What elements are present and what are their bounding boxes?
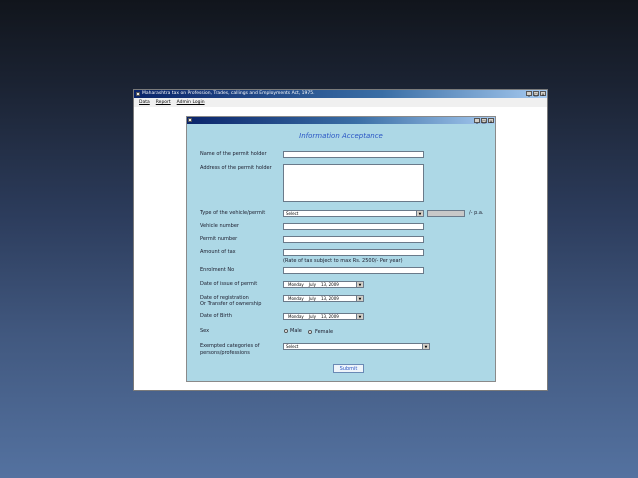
minimize-button[interactable]: _ [526,91,532,97]
information-form-window: _ □ × Information Acceptance Name of the… [186,116,496,382]
window-controls: _ □ × [526,91,546,97]
vehicle-number-input[interactable] [283,223,424,230]
date-value: 13, 2009 [321,314,339,319]
label-sex: Sex [200,328,210,334]
date-value: 13, 2009 [321,296,339,301]
menu-bar: Data Report Admin Login [134,98,547,107]
label-transfer-of-ownership: Or Transfer of ownership [200,301,262,307]
label-date-of-issue: Date of issue of permit [200,281,258,287]
label-vehicle-type: Type of the vehicle/permit [200,210,266,216]
exempted-value: Select [286,344,299,349]
tax-note: (Rate of tax subject to max Rs. 2500/- P… [283,258,403,264]
label-vehicle-number: Vehicle number [200,223,239,229]
date-day: Monday [288,282,304,287]
date-month: July [308,314,316,319]
main-application-window: Maharashtra tax on Profession, Trades, c… [133,89,548,391]
chevron-down-icon[interactable]: ▼ [356,314,363,319]
label-persons-professions: persons/professions [200,350,250,356]
vehicle-type-value: Select [286,211,299,216]
chevron-down-icon[interactable]: ▼ [416,211,423,216]
menu-admin-login[interactable]: Admin Login [177,98,205,107]
enrolment-no-input[interactable] [283,267,424,274]
date-of-issue-picker[interactable]: Monday July 13, 2009 ▼ [283,281,364,288]
form-minimize-button[interactable]: _ [474,118,480,124]
date-of-birth-picker[interactable]: Monday July 13, 2009 ▼ [283,313,364,320]
date-value: 13, 2009 [321,282,339,287]
maximize-button[interactable]: □ [533,91,539,97]
label-permit-number: Permit number [200,236,238,242]
per-annum-label: /- p.a. [469,210,484,216]
chevron-down-icon[interactable]: ▼ [356,282,363,287]
form-maximize-button[interactable]: □ [481,118,487,124]
date-day: Monday [288,296,304,301]
form-heading: Information Acceptance [299,132,383,140]
label-name: Name of the permit holder [200,151,267,157]
vehicle-type-select[interactable]: Select ▼ [283,210,424,217]
form-close-button[interactable]: × [488,118,494,124]
form-window-controls: _ □ × [474,118,494,124]
sex-female-radio[interactable] [308,330,312,334]
menu-report[interactable]: Report [156,98,171,107]
date-month: July [308,296,316,301]
form-icon [188,118,192,122]
form-title-bar: _ □ × [187,117,495,124]
chevron-down-icon[interactable]: ▼ [422,344,429,349]
tax-rate-field [427,210,465,217]
label-enrolment-no: Enrolment No [200,267,235,273]
sex-male-label[interactable]: Male [290,328,302,334]
window-title: Maharashtra tax on Profession, Trades, c… [142,91,315,96]
name-input[interactable] [283,151,424,158]
chevron-down-icon[interactable]: ▼ [356,296,363,301]
sex-female-label[interactable]: Female [315,329,333,335]
close-button[interactable]: × [540,91,546,97]
label-date-of-birth: Date of Birth [200,313,232,319]
sex-male-radio[interactable] [284,329,288,333]
permit-number-input[interactable] [283,236,424,243]
label-exempted-categories: Exempted categories of [200,343,260,349]
label-address: Address of the permit holder [200,165,272,171]
exempted-categories-select[interactable]: Select ▼ [283,343,430,350]
title-bar: Maharashtra tax on Profession, Trades, c… [134,90,547,98]
date-of-registration-picker[interactable]: Monday July 13, 2009 ▼ [283,295,364,302]
submit-button[interactable]: Submit [333,364,364,373]
address-textarea[interactable] [283,164,424,202]
date-day: Monday [288,314,304,319]
app-icon [136,92,140,96]
label-amount-of-tax: Amount of tax [200,249,236,255]
amount-of-tax-input[interactable] [283,249,424,256]
date-month: July [308,282,316,287]
menu-data[interactable]: Data [139,98,150,107]
